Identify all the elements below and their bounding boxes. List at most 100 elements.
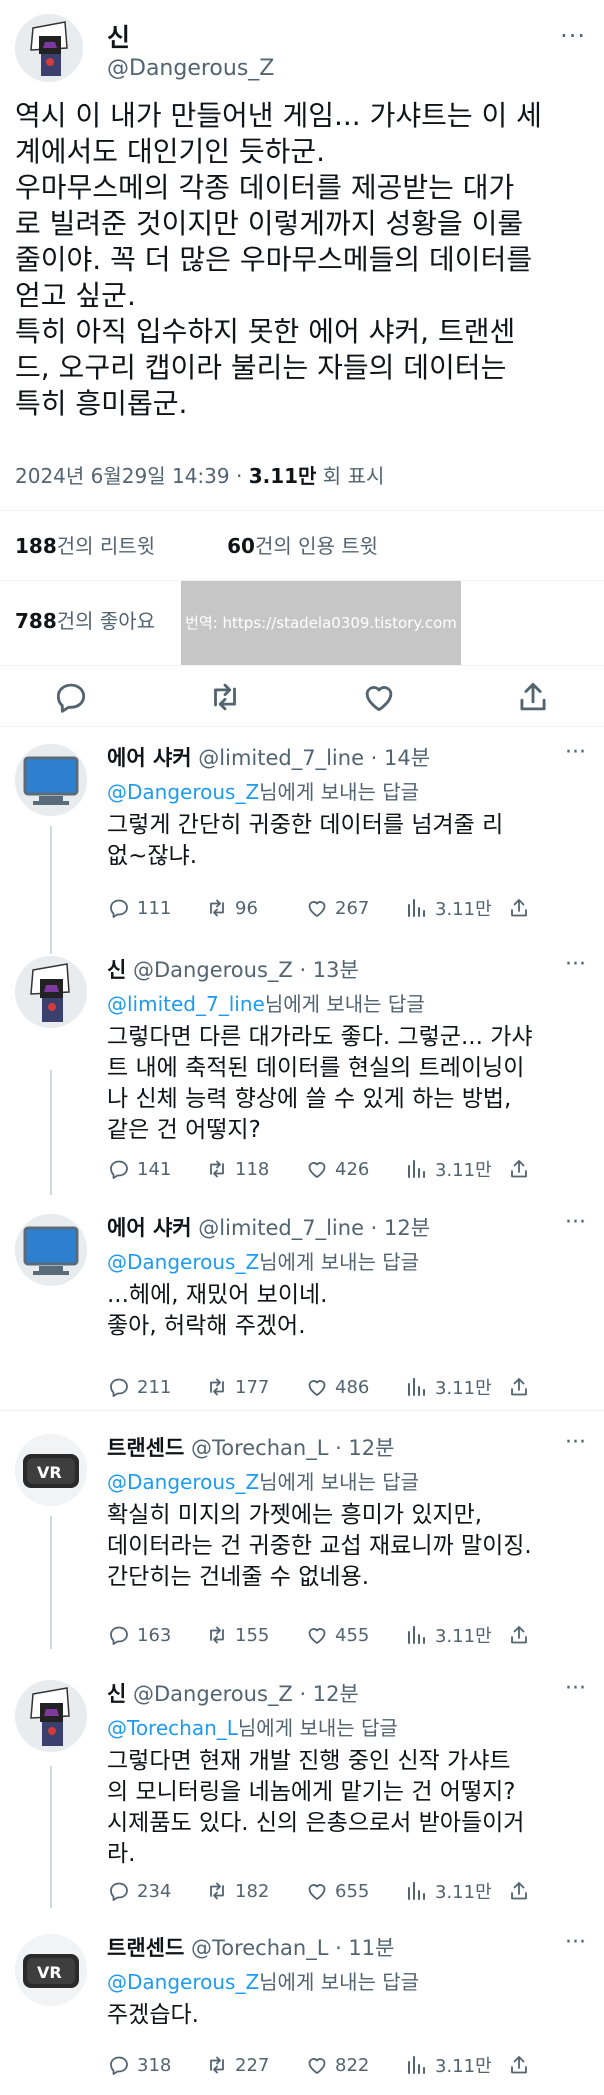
reply-tweet[interactable]: VR 트랜센드 @Torechan_L · 11분 ··· @Dangerous…: [0, 1920, 604, 2095]
more-options-icon[interactable]: ···: [565, 952, 586, 977]
replying-to: @Dangerous_Z님에게 보내는 답글: [107, 1246, 419, 1275]
reply-action-bar: 163 155 455 3.11만: [107, 1620, 587, 1650]
reply-button[interactable]: 141: [107, 1154, 171, 1184]
retweet-button[interactable]: 118: [205, 1154, 269, 1184]
reply-author-name[interactable]: 에어 샤커: [107, 746, 192, 770]
reply-tweet[interactable]: 에어 샤커 @limited_7_line · 12분 ··· @Dangero…: [0, 1200, 604, 1410]
god-avatar-image: [15, 14, 83, 82]
more-options-icon[interactable]: ···: [565, 740, 586, 765]
god-avatar-image: [15, 1680, 87, 1752]
share-button[interactable]: [507, 2050, 531, 2080]
reply-author-name[interactable]: 에어 샤커: [107, 1216, 192, 1240]
mention-link[interactable]: @Dangerous_Z: [107, 1470, 259, 1494]
like-button[interactable]: 486: [305, 1372, 369, 1402]
reply-header: 에어 샤커 @limited_7_line · 14분: [107, 742, 430, 772]
like-icon: [308, 2058, 326, 2074]
retweets-link[interactable]: 188건의 리트윗: [15, 534, 155, 558]
share-button[interactable]: [507, 1876, 531, 1906]
reply-author-handle[interactable]: @limited_7_line · 12분: [198, 1216, 430, 1240]
monitor-avatar[interactable]: [15, 1214, 87, 1286]
like-button[interactable]: 426: [305, 1154, 369, 1184]
reply-button[interactable]: 318: [107, 2050, 171, 2080]
views-button[interactable]: 3.11만: [405, 893, 492, 923]
reply-author-handle[interactable]: @Dangerous_Z · 12분: [133, 1682, 359, 1706]
share-button[interactable]: [507, 1620, 531, 1650]
retweet-button[interactable]: 177: [205, 1372, 269, 1402]
share-button[interactable]: [507, 893, 531, 923]
retweet-button[interactable]: 227: [205, 2050, 269, 2080]
more-options-icon[interactable]: ···: [565, 1930, 586, 1955]
retweet-count: 227: [235, 2054, 270, 2076]
reply-action-bar: 234 182 655 3.11만: [107, 1876, 587, 1906]
god-avatar[interactable]: [15, 1680, 87, 1752]
author-handle[interactable]: @Dangerous_Z: [107, 56, 274, 81]
reply-author-name[interactable]: 트랜센드: [107, 1936, 184, 1960]
vr-headset-avatar[interactable]: VR: [15, 1934, 87, 2006]
reply-text: 확실히 미지의 가젯에는 흥미가 있지만, 데이터라는 건 귀중한 교섭 재료니…: [107, 1502, 532, 1590]
reply-author-handle[interactable]: @limited_7_line · 14분: [198, 746, 430, 770]
reply-button[interactable]: 111: [107, 893, 171, 923]
god-avatar[interactable]: [15, 956, 87, 1028]
share-icon: [511, 1378, 527, 1396]
reply-author-handle[interactable]: @Dangerous_Z · 13분: [133, 958, 359, 982]
more-options-icon[interactable]: ···: [560, 22, 586, 50]
reply-button[interactable]: 211: [107, 1372, 171, 1402]
views-button[interactable]: 3.11만: [405, 1372, 492, 1402]
reply-tweet[interactable]: VR 트랜센드 @Torechan_L · 12분 ··· @Dangerous…: [0, 1420, 604, 1666]
retweet-count: 96: [235, 897, 258, 919]
reply-count: 211: [137, 1376, 172, 1398]
retweet-count: 177: [235, 1376, 270, 1398]
reply-icon[interactable]: [52, 678, 90, 716]
mention-link[interactable]: @Dangerous_Z: [107, 780, 259, 804]
retweet-button[interactable]: 155: [205, 1620, 269, 1650]
views-button[interactable]: 3.11만: [405, 1620, 492, 1650]
vr-headset-avatar[interactable]: VR: [15, 1434, 87, 1506]
god-avatar[interactable]: [15, 14, 83, 82]
reply-author-name[interactable]: 신: [107, 958, 126, 982]
more-options-icon[interactable]: ···: [565, 1430, 586, 1455]
share-button[interactable]: [507, 1372, 531, 1402]
likes-count: 788: [15, 609, 57, 633]
reply-button[interactable]: 234: [107, 1876, 171, 1906]
likes-link[interactable]: 788건의 좋아요: [15, 609, 155, 633]
like-icon[interactable]: [360, 678, 398, 716]
views-button[interactable]: 3.11만: [405, 1876, 492, 1906]
reply-author-name[interactable]: 트랜센드: [107, 1436, 184, 1460]
monitor-avatar[interactable]: [15, 744, 87, 816]
views-label: 회 표시: [316, 464, 385, 488]
views-button[interactable]: 3.11만: [405, 1154, 492, 1184]
retweet-icon[interactable]: [206, 678, 244, 716]
mention-link[interactable]: @Dangerous_Z: [107, 1250, 259, 1274]
like-button[interactable]: 455: [305, 1620, 369, 1650]
more-options-icon[interactable]: ···: [565, 1676, 586, 1701]
like-button[interactable]: 822: [305, 2050, 369, 2080]
more-options-icon[interactable]: ···: [565, 1210, 586, 1235]
analytics-icon: [408, 899, 425, 917]
reply-button[interactable]: 163: [107, 1620, 171, 1650]
quotes-link[interactable]: 60건의 인용 트윗: [227, 534, 378, 558]
share-icon[interactable]: [514, 678, 552, 716]
like-button[interactable]: 655: [305, 1876, 369, 1906]
retweet-button[interactable]: 96: [205, 893, 258, 923]
share-button[interactable]: [507, 1154, 531, 1184]
author-name[interactable]: 신: [107, 18, 130, 54]
mention-link[interactable]: @Dangerous_Z: [107, 1970, 259, 1994]
reply-tweet[interactable]: 신 @Dangerous_Z · 13분 ··· @limited_7_line…: [0, 942, 604, 1200]
replying-to: @limited_7_line님에게 보내는 답글: [107, 988, 425, 1017]
reply-header: 트랜센드 @Torechan_L · 12분: [107, 1432, 394, 1462]
tweet-date[interactable]: 2024년 6월29일 14:39 ·: [15, 464, 249, 488]
reply-author-handle[interactable]: @Torechan_L · 12분: [191, 1436, 395, 1460]
like-button[interactable]: 267: [305, 893, 369, 923]
reply-count: 234: [137, 1880, 172, 1902]
reply-tweet[interactable]: 에어 샤커 @limited_7_line · 14분 ··· @Dangero…: [0, 730, 604, 942]
mention-link[interactable]: @Torechan_L: [107, 1716, 238, 1740]
quotes-label: 건의 인용 트윗: [254, 534, 379, 558]
vr-headset-avatar-image: VR: [15, 1934, 87, 2006]
reply-author-handle[interactable]: @Torechan_L · 11분: [191, 1936, 395, 1960]
retweet-button[interactable]: 182: [205, 1876, 269, 1906]
reply-author-name[interactable]: 신: [107, 1682, 126, 1706]
mention-link[interactable]: @limited_7_line: [107, 992, 265, 1016]
views-button[interactable]: 3.11만: [405, 2050, 492, 2080]
reply-action-bar: 111 96 267 3.11만: [107, 893, 587, 923]
reply-tweet[interactable]: 신 @Dangerous_Z · 12분 ··· @Torechan_L님에게 …: [0, 1666, 604, 1920]
